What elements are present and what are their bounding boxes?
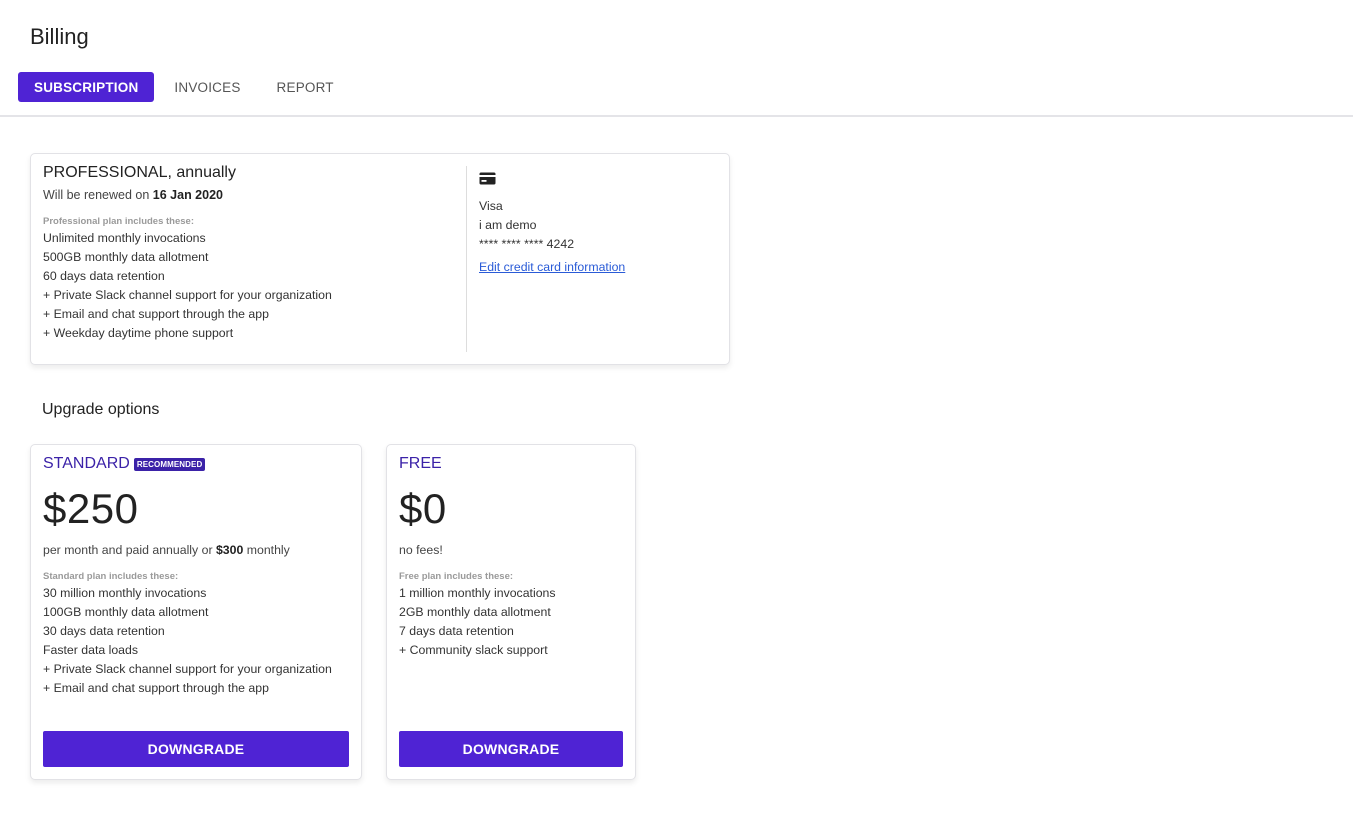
card-holder: i am demo (479, 218, 537, 232)
price-note-text: per month and paid annually or (43, 543, 213, 557)
downgrade-free-button[interactable]: DOWNGRADE (399, 731, 623, 767)
plan-includes-title: Free plan includes these: (399, 571, 514, 582)
feature-item: + Weekday daytime phone support (43, 326, 234, 340)
plan-price: $0 (399, 485, 447, 532)
payment-method: Visa i am demo **** **** **** 4242 Edit … (479, 172, 719, 276)
plan-includes-title: Standard plan includes these: (43, 571, 179, 582)
plan-name: FREE (399, 455, 442, 472)
card-divider (466, 166, 467, 352)
plan-card-standard: STANDARD RECOMMENDED $250 per month and … (30, 444, 362, 780)
tabs-divider (0, 115, 1353, 117)
plan-features: 1 million monthly invocations 2GB monthl… (399, 584, 623, 660)
feature-item: + Private Slack channel support for your… (43, 288, 332, 302)
tab-report[interactable]: REPORT (261, 72, 350, 102)
credit-card-icon (479, 172, 496, 185)
page-title: Billing (30, 24, 89, 49)
feature-item: 1 million monthly invocations (399, 586, 556, 600)
current-plan-card: PROFESSIONAL, annually Will be renewed o… (30, 153, 730, 365)
recommended-badge: RECOMMENDED (133, 457, 206, 471)
card-number: **** **** **** 4242 (479, 237, 575, 251)
price-note: no fees! (399, 543, 443, 557)
renewal-date: 16 Jan 2020 (152, 188, 223, 202)
card-brand: Visa (479, 199, 503, 213)
feature-item: 30 million monthly invocations (43, 586, 207, 600)
upgrade-options-title: Upgrade options (42, 401, 160, 418)
price-note: per month and paid annually or $300 mont… (43, 543, 349, 557)
downgrade-standard-button[interactable]: DOWNGRADE (43, 731, 349, 767)
tab-invoices[interactable]: INVOICES (158, 72, 256, 102)
feature-item: Unlimited monthly invocations (43, 231, 206, 245)
feature-item: 500GB monthly data allotment (43, 250, 209, 264)
edit-credit-card-link[interactable]: Edit credit card information (479, 260, 625, 274)
renewal-label: Will be renewed on (43, 188, 150, 202)
price-note-suffix: monthly (246, 543, 290, 557)
renewal-info: Will be renewed on 16 Jan 2020 (43, 188, 463, 202)
plan-name: STANDARD (43, 455, 130, 472)
feature-item: + Private Slack channel support for your… (43, 662, 332, 676)
billing-tabs: SUBSCRIPTION INVOICES REPORT (18, 72, 350, 102)
feature-item: Faster data loads (43, 643, 139, 657)
current-plan-details: PROFESSIONAL, annually Will be renewed o… (43, 164, 463, 343)
tab-subscription[interactable]: SUBSCRIPTION (18, 72, 155, 102)
plan-price: $250 (43, 485, 139, 532)
monthly-price: $300 (215, 543, 244, 557)
feature-item: 7 days data retention (399, 624, 514, 638)
current-plan-features: Unlimited monthly invocations 500GB mont… (43, 229, 463, 343)
feature-item: 2GB monthly data allotment (399, 605, 551, 619)
feature-item: + Email and chat support through the app (43, 681, 269, 695)
feature-item: 30 days data retention (43, 624, 165, 638)
feature-item: 100GB monthly data allotment (43, 605, 209, 619)
feature-item: + Email and chat support through the app (43, 307, 269, 321)
plan-features: 30 million monthly invocations 100GB mon… (43, 584, 349, 698)
current-plan-includes-title: Professional plan includes these: (43, 216, 194, 227)
feature-item: + Community slack support (399, 643, 548, 657)
plan-card-free: FREE $0 no fees! Free plan includes thes… (386, 444, 636, 780)
current-plan-name: PROFESSIONAL, annually (43, 164, 236, 181)
feature-item: 60 days data retention (43, 269, 165, 283)
